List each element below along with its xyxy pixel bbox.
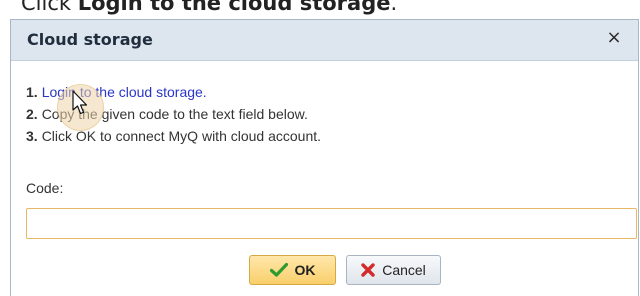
- close-icon[interactable]: ×: [602, 26, 626, 50]
- step-number: 3.: [26, 128, 38, 144]
- checkmark-icon: [269, 263, 288, 277]
- cancel-button[interactable]: Cancel: [346, 255, 441, 285]
- dialog-title: Cloud storage: [27, 30, 153, 49]
- dialog-titlebar: Cloud storage ×: [11, 20, 638, 61]
- caption-prefix: Click: [21, 0, 78, 15]
- step-number: 1.: [26, 84, 38, 100]
- ok-button[interactable]: OK: [249, 255, 336, 285]
- instruction-caption: Click Login to the cloud storage.: [21, 0, 397, 15]
- step-number: 2.: [26, 106, 38, 122]
- code-label: Code:: [26, 180, 64, 196]
- cloud-storage-dialog: Cloud storage × 1. Login to the cloud sto…: [10, 19, 639, 296]
- caption-bold: Login to the cloud storage: [77, 0, 391, 15]
- cancel-button-label: Cancel: [382, 262, 426, 278]
- red-x-icon: [361, 263, 375, 277]
- caption-suffix: .: [390, 0, 398, 15]
- ok-button-label: OK: [294, 262, 316, 278]
- mouse-pointer-icon: [72, 90, 88, 116]
- code-input[interactable]: [26, 208, 637, 239]
